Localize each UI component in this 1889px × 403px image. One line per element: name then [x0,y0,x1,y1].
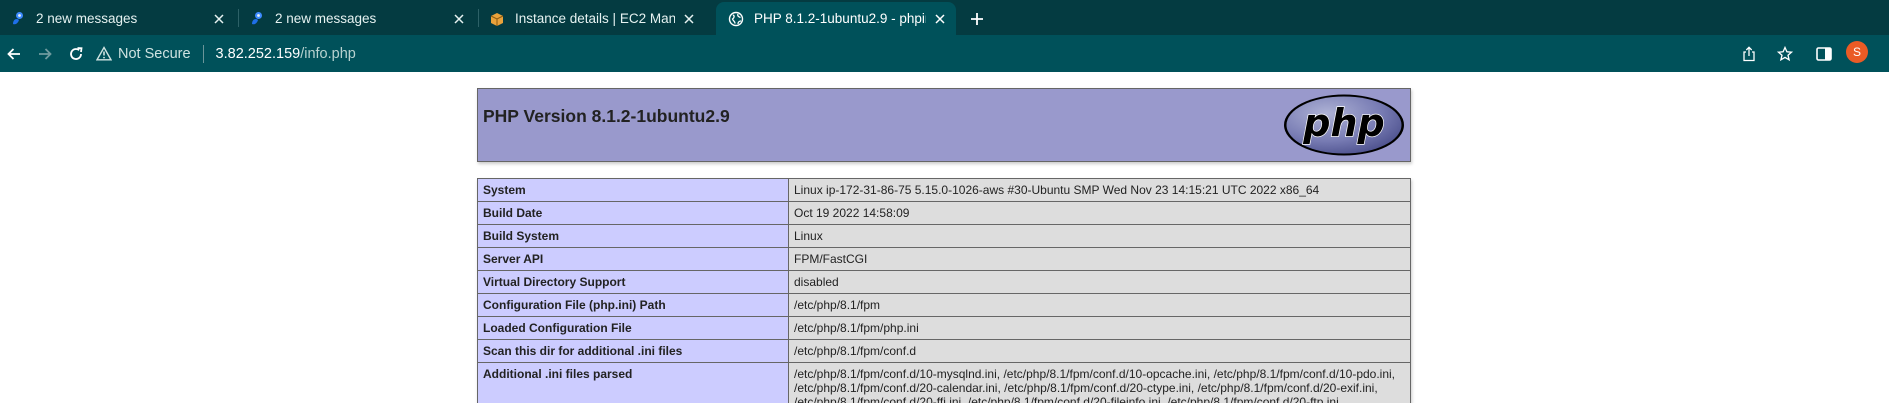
url-host[interactable]: 3.82.252.159 [216,46,301,62]
table-row: Virtual Directory Support disabled [477,270,1411,294]
omnibox-divider [202,44,204,63]
tab-messages-1[interactable]: 2 new messages [0,2,237,35]
table-row: Configuration File (php.ini) Path /etc/p… [477,293,1411,317]
php-info-table: System Linux ip-172-31-86-75 5.15.0-1026… [477,178,1411,403]
page-content: PHP Version 8.1.2-1ubuntu2.9 php System [0,72,1889,403]
close-icon[interactable] [681,11,697,27]
address-bar[interactable]: Not Secure 3.82.252.159/info.php [96,40,356,67]
info-key: Build Date [477,201,789,225]
table-row: Scan this dir for additional .ini files … [477,339,1411,363]
plus-icon [971,13,983,25]
info-value: Linux ip-172-31-86-75 5.15.0-1026-aws #3… [788,178,1411,202]
tab-title: 2 new messages [275,11,377,26]
table-row: Additional .ini files parsed /etc/php/8.… [477,362,1411,403]
info-value: /etc/php/8.1/fpm/php.ini [788,316,1411,340]
info-key: System [477,178,789,202]
info-value: FPM/FastCGI [788,247,1411,271]
table-row: System Linux ip-172-31-86-75 5.15.0-1026… [477,178,1411,202]
share-button[interactable] [1736,41,1762,67]
info-key: Additional .ini files parsed [477,362,789,403]
aws-box-icon [489,11,505,27]
reload-button[interactable] [63,41,89,67]
chat-app-icon [249,11,265,27]
tab-title: Instance details | EC2 Management Consol… [515,11,675,26]
php-version-title: PHP Version 8.1.2-1ubuntu2.9 [483,106,730,126]
info-key: Server API [477,247,789,271]
bookmark-button[interactable] [1772,41,1798,67]
php-version-header: PHP Version 8.1.2-1ubuntu2.9 php [477,88,1411,162]
share-icon [1743,46,1755,62]
profile-avatar[interactable]: S [1846,41,1868,63]
forward-arrow-icon [39,48,52,60]
table-row: Server API FPM/FastCGI [477,247,1411,271]
tab-ec2-console[interactable]: Instance details | EC2 Management Consol… [479,2,715,35]
warning-triangle-icon[interactable] [96,46,112,61]
not-secure-label[interactable]: Not Secure [118,46,191,62]
back-arrow-icon [7,48,20,60]
forward-button[interactable] [32,41,58,67]
table-row: Build Date Oct 19 2022 14:58:09 [477,201,1411,225]
info-value: Oct 19 2022 14:58:09 [788,201,1411,225]
php-logo[interactable]: php [1282,93,1406,162]
back-button[interactable] [1,41,27,67]
chat-app-icon [10,11,26,27]
info-key: Virtual Directory Support [477,270,789,294]
tab-title: 2 new messages [36,11,138,26]
info-value: Linux [788,224,1411,248]
close-icon[interactable] [932,11,948,27]
info-value: /etc/php/8.1/fpm [788,293,1411,317]
table-row: Loaded Configuration File /etc/php/8.1/f… [477,316,1411,340]
php-logo-text: php [1302,101,1384,145]
globe-icon [728,11,744,27]
table-row: Build System Linux [477,224,1411,248]
info-key: Configuration File (php.ini) Path [477,293,789,317]
url-path[interactable]: /info.php [300,46,356,62]
close-icon[interactable] [211,11,227,27]
tab-phpinfo-active[interactable]: PHP 8.1.2-1ubuntu2.9 - phpinfo() [716,2,956,35]
tab-messages-2[interactable]: 2 new messages [239,2,477,35]
reload-icon [70,47,83,60]
tab-strip: 2 new messages 2 new messages Instance d… [0,0,1889,35]
info-value: /etc/php/8.1/fpm/conf.d/10-mysqlnd.ini, … [788,362,1411,403]
info-key: Scan this dir for additional .ini files [477,339,789,363]
new-tab-button[interactable] [964,6,990,32]
tab-title: PHP 8.1.2-1ubuntu2.9 - phpinfo() [754,11,926,26]
info-key: Build System [477,224,789,248]
side-panel-icon [1816,47,1832,61]
star-icon [1777,46,1793,62]
info-value: /etc/php/8.1/fpm/conf.d [788,339,1411,363]
info-value: disabled [788,270,1411,294]
close-icon[interactable] [451,11,467,27]
side-panel-button[interactable] [1811,41,1837,67]
info-key: Loaded Configuration File [477,316,789,340]
